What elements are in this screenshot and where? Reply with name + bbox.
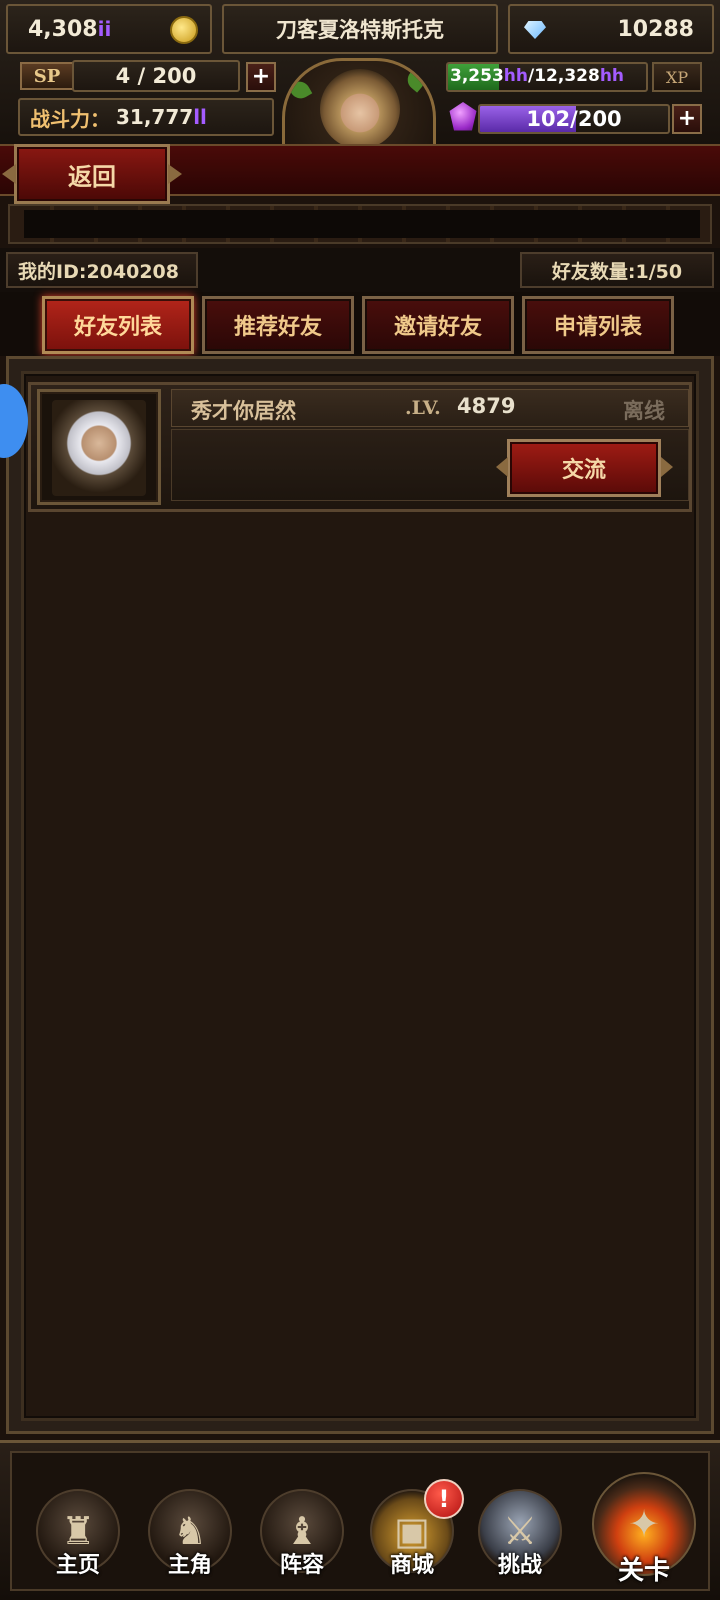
tab-bar: 好友列表 推荐好友 邀请好友 申请列表 (0, 292, 720, 356)
friend-status: 离线 (623, 399, 665, 423)
player-avatar[interactable] (282, 58, 436, 146)
leaf-icon (403, 67, 429, 93)
friend-count: 好友数量:1/50 (520, 252, 714, 288)
gem-bar: 102/200 (478, 104, 670, 134)
gold-counter[interactable]: 4,308 ii (6, 4, 212, 54)
nav-hero[interactable]: ♞ 主角 (140, 1469, 240, 1579)
back-button[interactable]: 返回 (14, 144, 170, 204)
diamond-value: 10288 (617, 16, 694, 42)
tab-invite-friends[interactable]: 邀请好友 (362, 296, 514, 354)
tab-request-list[interactable]: 申请列表 (522, 296, 674, 354)
sp-value: 4 / 200 (115, 64, 197, 88)
xp-current: 3,253 (450, 66, 504, 86)
tab-friend-list[interactable]: 好友列表 (42, 296, 194, 354)
diamond-counter[interactable]: 10288 (508, 4, 714, 54)
gold-suffix: ii (97, 17, 112, 41)
nav-home-label: 主页 (55, 1553, 100, 1578)
friend-name: 秀才你居然 (191, 399, 296, 423)
ornament-inner (24, 210, 700, 238)
nav-shop-label: 商城 (389, 1553, 434, 1578)
my-id: 我的ID:2040208 (6, 252, 198, 288)
friend-level: 4879 (457, 394, 516, 418)
xp-max: /12,328 (528, 66, 600, 86)
friend-row[interactable]: 秀才你居然 .LV. 4879 离线 交流 (28, 382, 692, 512)
nav-lineup-label: 阵容 (279, 1553, 324, 1578)
player-name: 刀客夏洛特斯托克 (276, 18, 444, 42)
sp-label: SP (20, 62, 74, 90)
top-status-bar: 4,308 ii 刀客夏洛特斯托克 10288 SP 4 / 200 + 战斗力… (0, 0, 720, 146)
nav-stage[interactable]: ✦ 关卡 (586, 1463, 702, 1587)
friend-list-panel (6, 356, 714, 1434)
diamond-icon (524, 21, 546, 39)
shop-alert-badge: ! (424, 1479, 464, 1519)
gem-value: 102/200 (526, 107, 622, 131)
combat-label: 战斗力： (30, 106, 110, 131)
nav-lineup[interactable]: ♝ 阵容 (252, 1469, 352, 1579)
xp-unit: hh (503, 66, 528, 86)
ornament-band (8, 204, 712, 244)
nav-challenge[interactable]: ⚔ 挑战 (470, 1469, 570, 1579)
xp-unit: hh (599, 66, 625, 86)
purple-gem-icon (449, 102, 477, 131)
friend-list-body[interactable] (21, 371, 699, 1421)
chat-button[interactable]: 交流 (507, 439, 661, 497)
nav-challenge-label: 挑战 (497, 1553, 542, 1578)
xp-label: XP (652, 62, 702, 92)
sp-meter: 4 / 200 (72, 60, 240, 92)
xp-bar: 3,253hh/12,328hh (446, 62, 648, 92)
friend-avatar-frame[interactable] (37, 389, 161, 505)
combat-value: 31,777 (116, 105, 194, 129)
gem-add-button[interactable]: + (672, 104, 702, 134)
nav-stage-label: 关卡 (617, 1556, 670, 1586)
xp-text: 3,253hh/12,328hh (450, 66, 624, 86)
nav-home[interactable]: ♜ 主页 (28, 1469, 128, 1579)
nav-hero-label: 主角 (167, 1553, 212, 1578)
tab-recommended-friends[interactable]: 推荐好友 (202, 296, 354, 354)
avatar-face-icon (320, 69, 400, 146)
combat-power: 战斗力： 31,777 ll (18, 98, 274, 136)
gold-value: 4,308 (28, 16, 98, 42)
gold-coin-icon (170, 16, 198, 44)
player-name-plate: 刀客夏洛特斯托克 (222, 4, 498, 54)
bottom-nav: ♜ 主页 ♞ 主角 ♝ 阵容 ▣ 商城 ! ⚔ 挑战 ✦ 关卡 (0, 1440, 720, 1600)
leaf-icon (287, 77, 313, 103)
friend-portrait-icon (52, 400, 146, 496)
combat-suffix: ll (193, 105, 207, 129)
sp-add-button[interactable]: + (246, 62, 276, 92)
friend-level-label: .LV. (405, 397, 441, 419)
